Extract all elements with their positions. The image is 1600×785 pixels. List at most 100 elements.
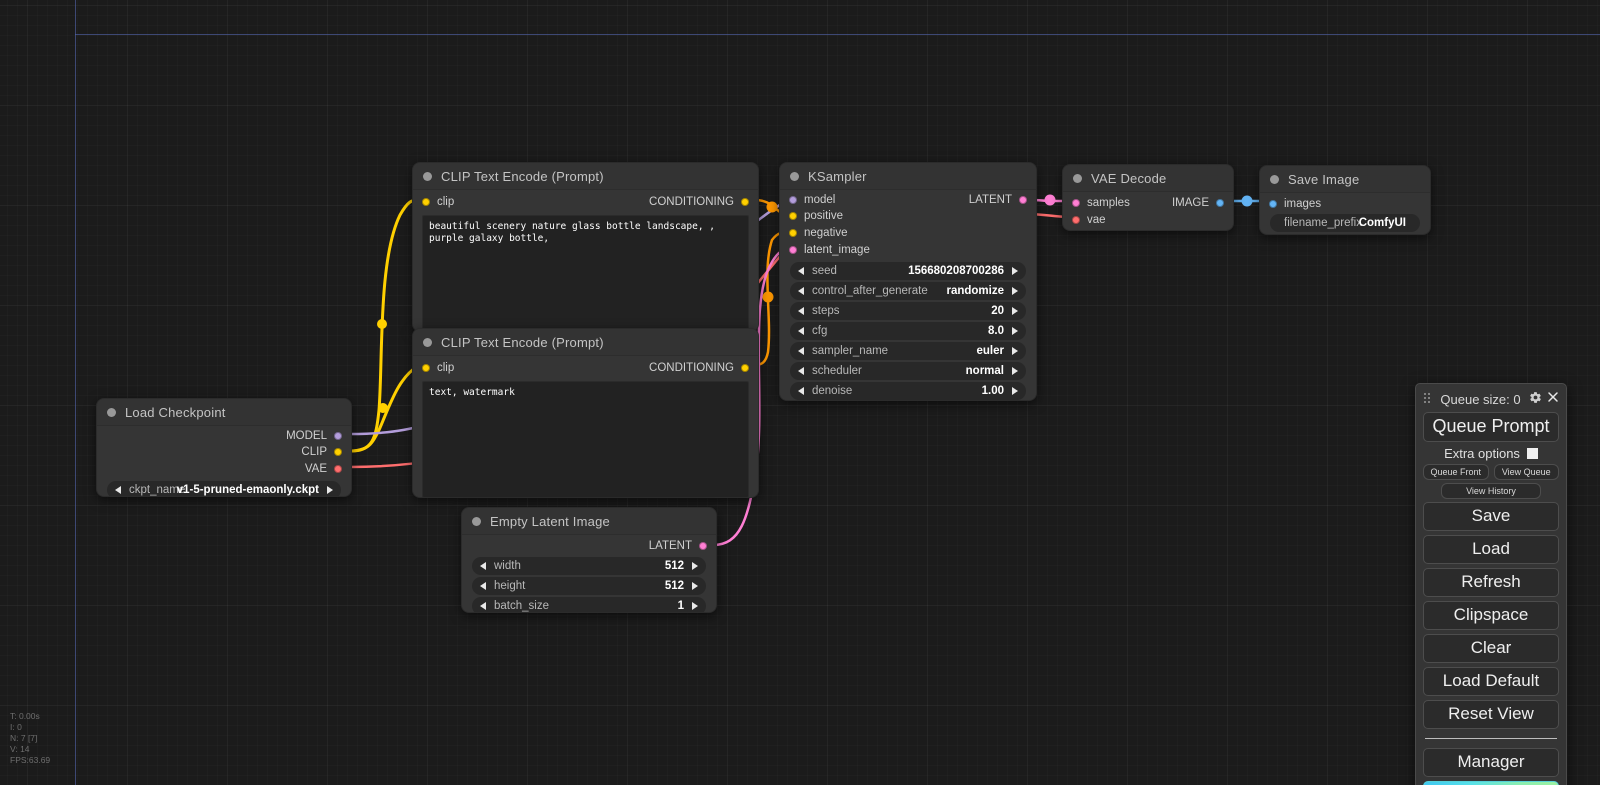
comfyui-canvas[interactable]: CLIP Text Encode (Prompt) clip CONDITION… <box>0 0 1600 785</box>
node-header[interactable]: Empty Latent Image <box>462 508 716 535</box>
input-slot-vae[interactable]: vae <box>1072 214 1106 226</box>
output-slot-latent[interactable]: LATENT <box>649 540 707 552</box>
next-arrow-icon[interactable] <box>327 486 333 494</box>
node-empty-latent-image[interactable]: Empty Latent Image LATENT width 512 heig… <box>461 507 717 613</box>
widget-steps[interactable]: steps 20 <box>790 302 1026 320</box>
widget-filename-prefix[interactable]: filename_prefix ComfyUI <box>1270 214 1420 232</box>
increment-arrow-icon[interactable] <box>692 562 698 570</box>
node-save-image[interactable]: Save Image images filename_prefix ComfyU… <box>1259 165 1431 235</box>
decrement-arrow-icon[interactable] <box>798 387 804 395</box>
history-row: View History <box>1423 483 1559 499</box>
widget-denoise[interactable]: denoise 1.00 <box>790 382 1026 400</box>
output-slot-conditioning[interactable]: CONDITIONING <box>649 196 749 208</box>
output-slot-image[interactable]: IMAGE <box>1172 197 1224 209</box>
widget-ckpt-name[interactable]: ckpt_name v1-5-pruned-emaonly.ckpt <box>107 481 341 497</box>
collapse-dot-icon[interactable] <box>423 172 432 181</box>
decrement-arrow-icon[interactable] <box>480 582 486 590</box>
clear-button[interactable]: Clear <box>1423 634 1559 663</box>
increment-arrow-icon[interactable] <box>1012 387 1018 395</box>
widget-batch-size[interactable]: batch_size 1 <box>472 597 706 613</box>
decrement-arrow-icon[interactable] <box>798 367 804 375</box>
collapse-dot-icon[interactable] <box>472 517 481 526</box>
increment-arrow-icon[interactable] <box>692 582 698 590</box>
input-slot-positive[interactable]: positive <box>789 210 843 222</box>
node-load-checkpoint[interactable]: Load Checkpoint MODEL CLIP VAE <box>96 398 352 497</box>
node-vae-decode[interactable]: VAE Decode samples IMAGE vae <box>1062 164 1234 231</box>
view-history-button[interactable]: View History <box>1441 483 1541 499</box>
decrement-arrow-icon[interactable] <box>798 267 804 275</box>
close-icon[interactable] <box>1547 391 1559 407</box>
decrement-arrow-icon[interactable] <box>798 287 804 295</box>
node-ksampler[interactable]: KSampler model LATENT positive <box>779 162 1037 401</box>
extra-options-row[interactable]: Extra options <box>1423 446 1559 461</box>
slot-dot-icon <box>1269 200 1277 208</box>
output-slot-clip[interactable]: CLIP <box>301 446 342 458</box>
drag-handle-icon[interactable] <box>1424 393 1433 405</box>
save-button[interactable]: Save <box>1423 502 1559 531</box>
node-header[interactable]: CLIP Text Encode (Prompt) <box>413 163 758 190</box>
widget-cfg[interactable]: cfg 8.0 <box>790 322 1026 340</box>
node-header[interactable]: CLIP Text Encode (Prompt) <box>413 329 758 356</box>
load-button[interactable]: Load <box>1423 535 1559 564</box>
increment-arrow-icon[interactable] <box>1012 287 1018 295</box>
output-slot-model[interactable]: MODEL <box>286 430 342 442</box>
decrement-arrow-icon[interactable] <box>480 602 486 610</box>
extra-options-label: Extra options <box>1444 446 1520 461</box>
prompt-textarea[interactable]: beautiful scenery nature glass bottle la… <box>422 215 749 332</box>
decrement-arrow-icon[interactable] <box>480 562 486 570</box>
widget-height[interactable]: height 512 <box>472 577 706 595</box>
increment-arrow-icon[interactable] <box>692 602 698 610</box>
collapse-dot-icon[interactable] <box>790 172 799 181</box>
increment-arrow-icon[interactable] <box>1012 267 1018 275</box>
widget-value: euler <box>977 345 1005 357</box>
increment-arrow-icon[interactable] <box>1012 307 1018 315</box>
collapse-dot-icon[interactable] <box>423 338 432 347</box>
gear-icon[interactable] <box>1529 391 1542 408</box>
output-slot-latent[interactable]: LATENT <box>969 194 1027 206</box>
node-clip-text-encode-positive[interactable]: CLIP Text Encode (Prompt) clip CONDITION… <box>412 162 759 332</box>
output-slot-vae[interactable]: VAE <box>305 463 342 475</box>
input-slot-samples[interactable]: samples <box>1072 197 1130 209</box>
view-queue-button[interactable]: View Queue <box>1494 464 1560 480</box>
widget-sampler-name[interactable]: sampler_name euler <box>790 342 1026 360</box>
collapse-dot-icon[interactable] <box>1270 175 1279 184</box>
input-slot-model[interactable]: model <box>789 194 835 206</box>
decrement-arrow-icon[interactable] <box>798 327 804 335</box>
input-slot-images[interactable]: images <box>1269 198 1321 210</box>
node-header[interactable]: Save Image <box>1260 166 1430 193</box>
node-clip-text-encode-negative[interactable]: CLIP Text Encode (Prompt) clip CONDITION… <box>412 328 759 498</box>
reset-view-button[interactable]: Reset View <box>1423 700 1559 729</box>
comfy-menu-panel[interactable]: Queue size: 0 Queue Prompt Extra options… <box>1415 383 1567 785</box>
prompt-textarea[interactable]: text, watermark <box>422 381 749 498</box>
increment-arrow-icon[interactable] <box>1012 367 1018 375</box>
queue-front-button[interactable]: Queue Front <box>1423 464 1489 480</box>
collapse-dot-icon[interactable] <box>107 408 116 417</box>
widget-scheduler[interactable]: scheduler normal <box>790 362 1026 380</box>
widget-seed[interactable]: seed 156680208700286 <box>790 262 1026 280</box>
node-header[interactable]: VAE Decode <box>1063 165 1233 192</box>
input-slot-latent-image[interactable]: latent_image <box>789 244 870 256</box>
node-header[interactable]: KSampler <box>780 163 1036 190</box>
input-slot-negative[interactable]: negative <box>789 227 847 239</box>
increment-arrow-icon[interactable] <box>1012 347 1018 355</box>
decrement-arrow-icon[interactable] <box>798 307 804 315</box>
input-slot-clip[interactable]: clip <box>422 196 454 208</box>
collapse-dot-icon[interactable] <box>1073 174 1082 183</box>
share-button[interactable]: Share <box>1423 781 1559 785</box>
widget-width[interactable]: width 512 <box>472 557 706 575</box>
queue-prompt-button[interactable]: Queue Prompt <box>1423 412 1559 442</box>
previous-arrow-icon[interactable] <box>115 486 121 494</box>
load-default-button[interactable]: Load Default <box>1423 667 1559 696</box>
manager-button[interactable]: Manager <box>1423 748 1559 777</box>
decrement-arrow-icon[interactable] <box>798 347 804 355</box>
widget-control-after-generate[interactable]: control_after_generate randomize <box>790 282 1026 300</box>
node-body: images filename_prefix ComfyUI <box>1260 193 1430 232</box>
clipspace-button[interactable]: Clipspace <box>1423 601 1559 630</box>
refresh-button[interactable]: Refresh <box>1423 568 1559 597</box>
increment-arrow-icon[interactable] <box>1012 327 1018 335</box>
slot-label: IMAGE <box>1172 197 1209 209</box>
input-slot-clip[interactable]: clip <box>422 362 454 374</box>
output-slot-conditioning[interactable]: CONDITIONING <box>649 362 749 374</box>
node-header[interactable]: Load Checkpoint <box>97 399 351 426</box>
extra-options-checkbox[interactable] <box>1527 448 1538 459</box>
